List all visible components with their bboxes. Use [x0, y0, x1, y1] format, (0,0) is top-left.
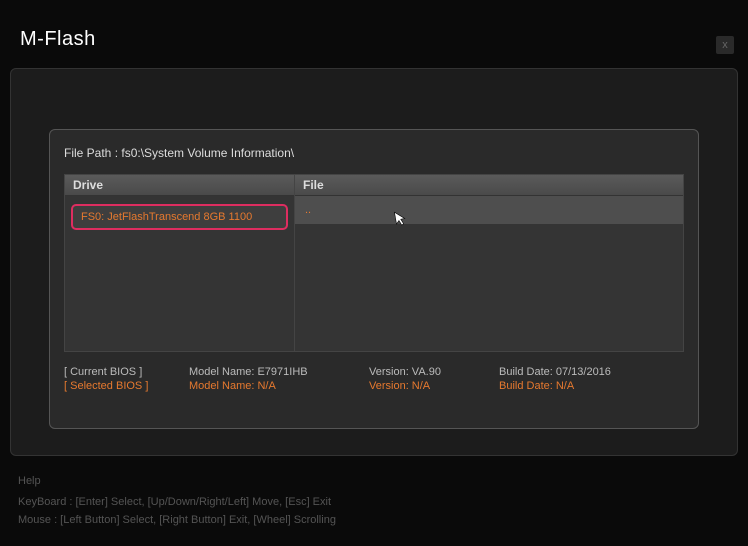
- file-path-line: File Path : fs0:\System Volume Informati…: [64, 146, 684, 160]
- file-path-value: fs0:\System Volume Information\: [118, 146, 294, 160]
- selected-bios-build: Build Date: N/A: [499, 380, 659, 392]
- close-button[interactable]: x: [716, 36, 734, 54]
- help-title: Help: [18, 472, 336, 491]
- drive-list: FS0: JetFlashTranscend 8GB 1100: [65, 196, 294, 351]
- file-column: File ..: [295, 175, 683, 351]
- file-browser: Drive FS0: JetFlashTranscend 8GB 1100 Fi…: [64, 174, 684, 352]
- bios-info: [ Current BIOS ] Model Name: E7971IHB Ve…: [64, 366, 684, 392]
- help-mouse: Mouse : [Left Button] Select, [Right But…: [18, 511, 336, 530]
- mflash-window: M-Flash x File Path : fs0:\System Volume…: [0, 0, 748, 546]
- drive-entry[interactable]: FS0: JetFlashTranscend 8GB 1100: [71, 204, 288, 230]
- selected-bios-version: Version: N/A: [369, 380, 489, 392]
- app-title: M-Flash: [20, 28, 96, 51]
- drive-column: Drive FS0: JetFlashTranscend 8GB 1100: [65, 175, 295, 351]
- file-list: ..: [295, 196, 683, 351]
- current-bios-build: Build Date: 07/13/2016: [499, 366, 659, 378]
- file-header: File: [295, 175, 683, 196]
- file-path-label: File Path :: [64, 146, 118, 160]
- selected-bios-tag: [ Selected BIOS ]: [64, 380, 179, 392]
- selected-bios-model: Model Name: N/A: [189, 380, 359, 392]
- file-browser-card: File Path : fs0:\System Volume Informati…: [49, 129, 699, 429]
- help-keyboard: KeyBoard : [Enter] Select, [Up/Down/Righ…: [18, 493, 336, 512]
- help-panel: Help KeyBoard : [Enter] Select, [Up/Down…: [18, 472, 336, 530]
- current-bios-tag: [ Current BIOS ]: [64, 366, 179, 378]
- current-bios-version: Version: VA.90: [369, 366, 489, 378]
- current-bios-model: Model Name: E7971IHB: [189, 366, 359, 378]
- file-entry-parent[interactable]: ..: [295, 196, 683, 224]
- drive-header: Drive: [65, 175, 294, 196]
- main-panel: File Path : fs0:\System Volume Informati…: [10, 68, 738, 456]
